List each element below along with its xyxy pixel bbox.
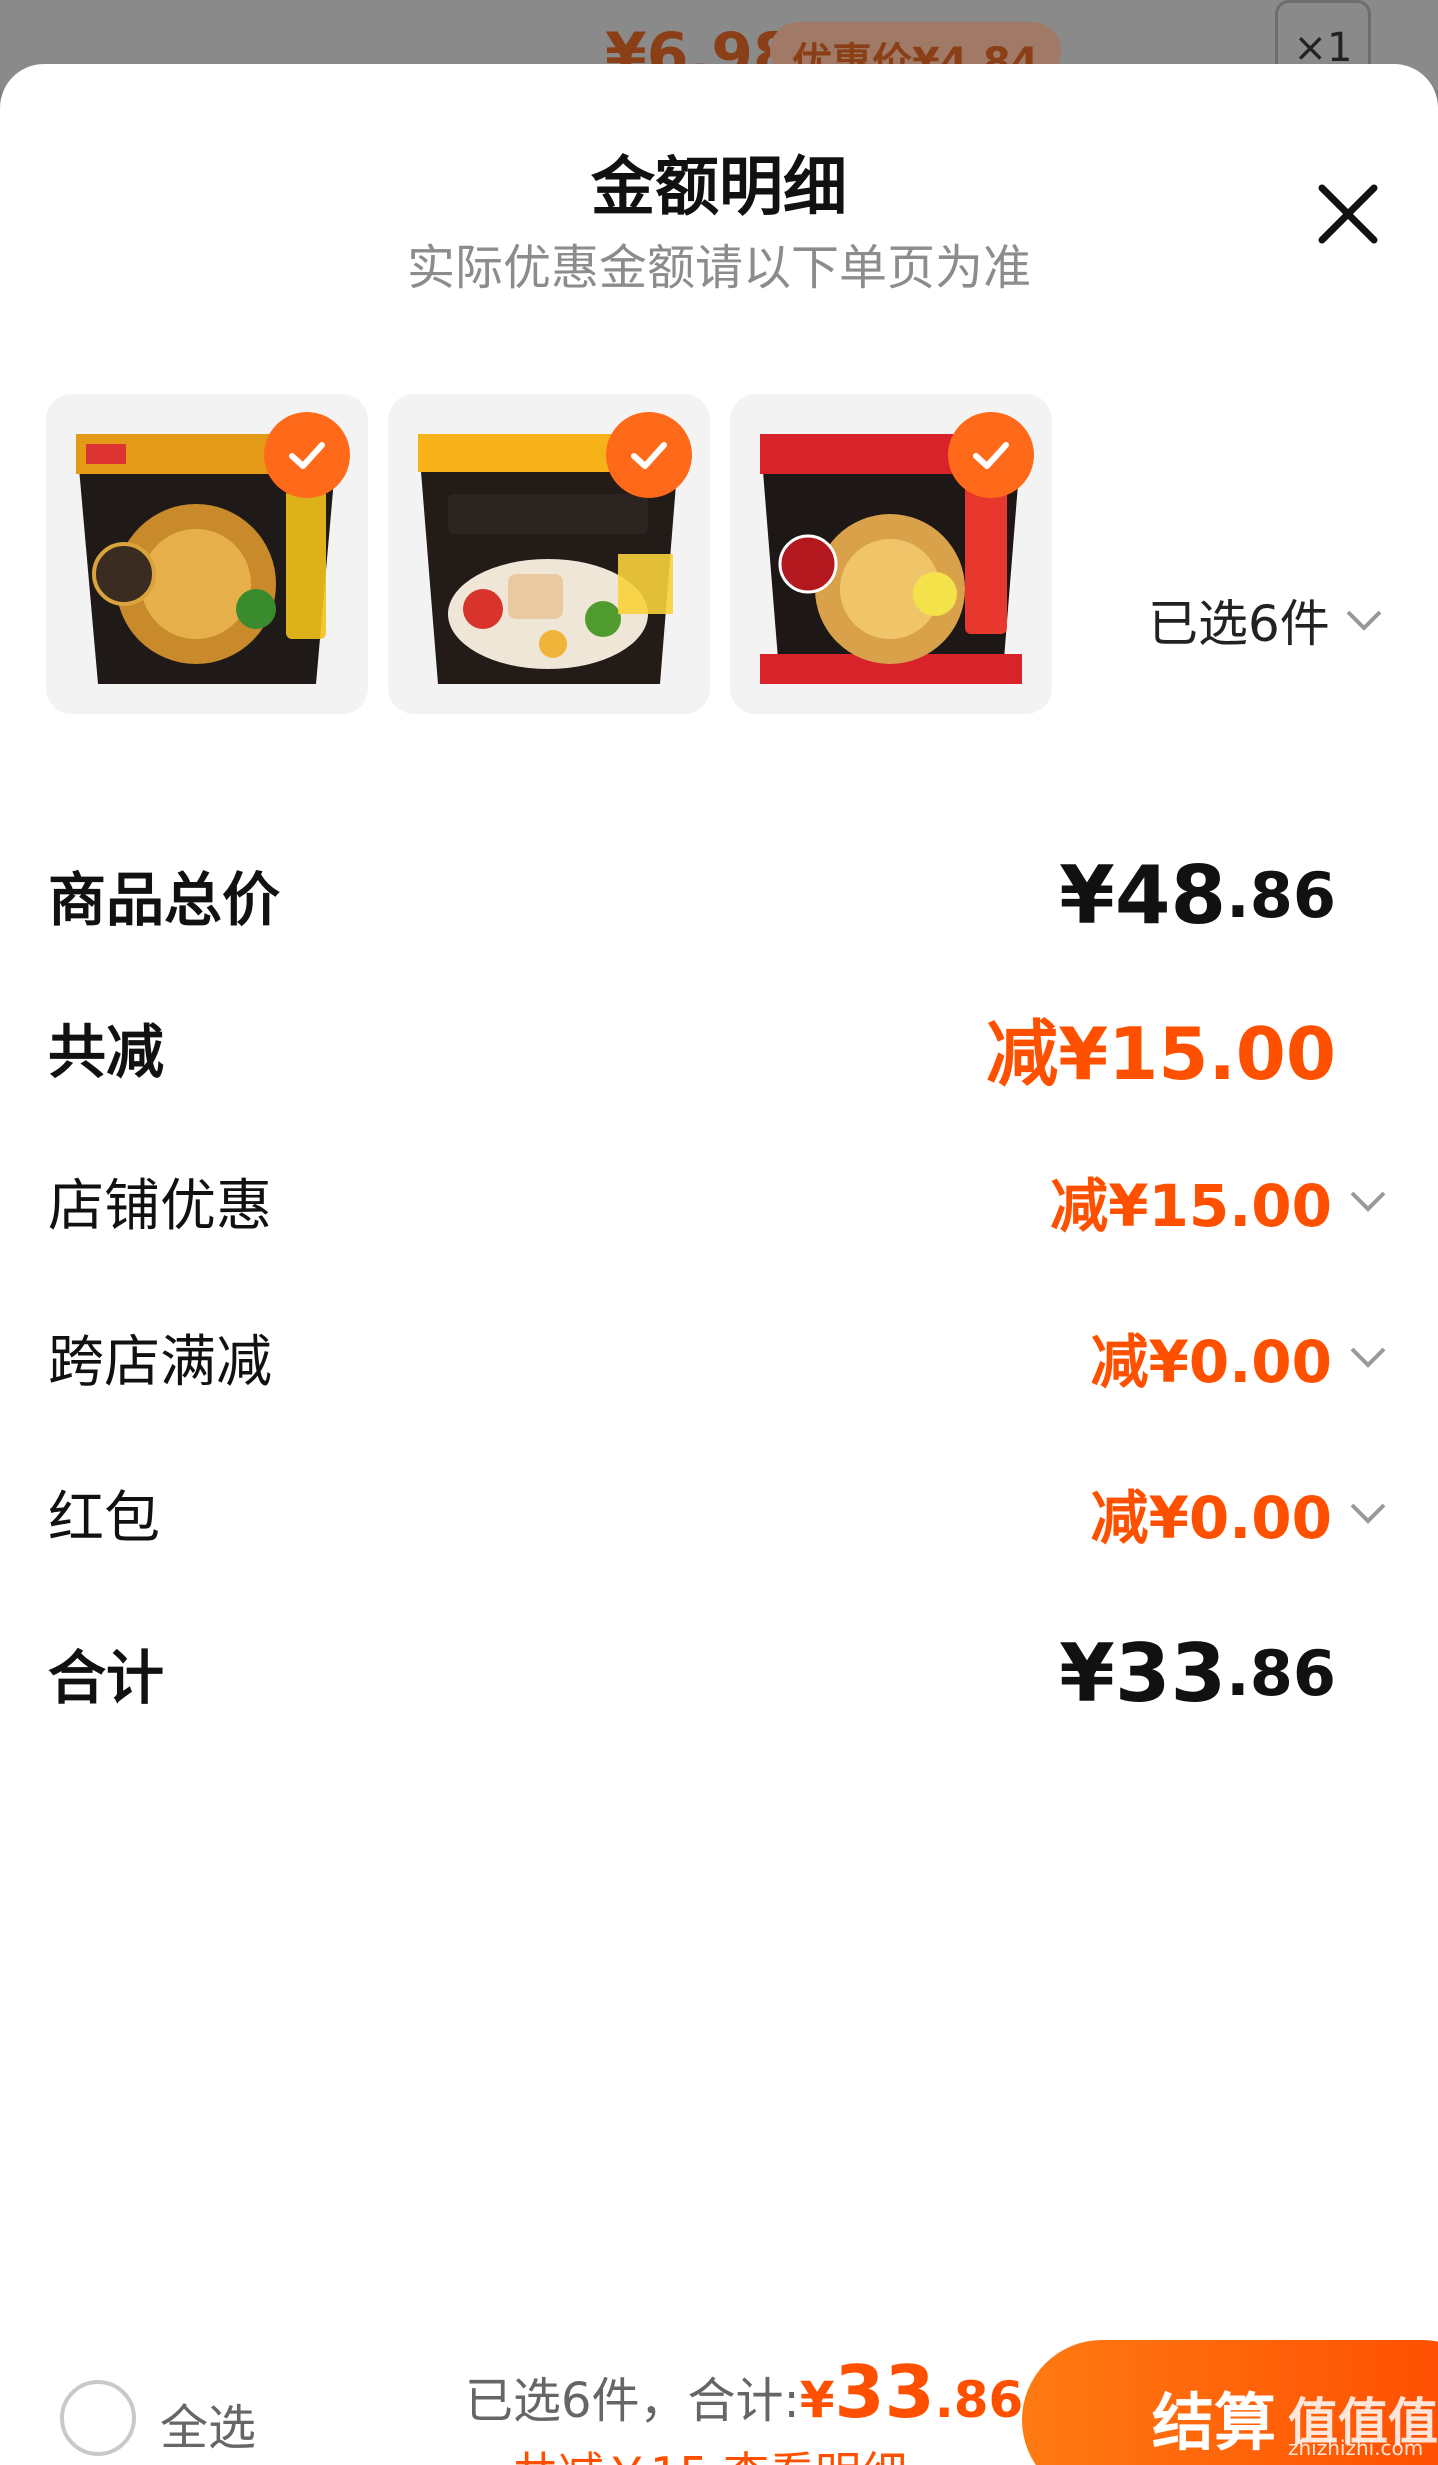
currency-symbol: ¥ — [1059, 1626, 1115, 1720]
check-icon[interactable] — [606, 412, 692, 498]
product-thumbnails — [46, 394, 1096, 719]
chevron-down-icon — [1346, 610, 1382, 631]
chevron-down-icon — [1350, 1503, 1386, 1524]
amount-integer: 33 — [834, 2350, 935, 2434]
watermark-url: zhizhizhi.com — [1288, 2436, 1424, 2460]
amount-decimal: .86 — [934, 2371, 1024, 2429]
amount-detail-sheet: 金额明细 实际优惠金额请以下单页为准 已选6件 商品总价 ¥ 48 .86 共减… — [0, 64, 1438, 2465]
row-cross-store[interactable]: 跨店满减 减¥0.00 — [48, 1302, 1388, 1412]
red-packet-label: 红包 — [48, 1485, 160, 1551]
product-card[interactable] — [388, 394, 710, 714]
cross-store-value: 减¥0.00 — [1090, 1328, 1332, 1396]
summary-total: ¥33.86 — [800, 2350, 1024, 2434]
row-total: 合计 ¥33.86 — [48, 1618, 1388, 1728]
total-label: 合计 — [48, 1644, 165, 1712]
checkout-bar: 全选 已选6件，合计: ¥33.86 共减￥15 查看明细 结算 — [0, 2320, 1438, 2465]
close-icon — [1318, 184, 1378, 244]
amount-decimal: .86 — [1226, 1636, 1336, 1710]
row-subtotal: 商品总价 ¥48.86 — [48, 840, 1388, 950]
amount-decimal: .86 — [1226, 858, 1336, 932]
chevron-down-icon — [1350, 1347, 1386, 1368]
summary-prefix: 已选6件，合计: — [465, 2373, 800, 2429]
shop-discount-label: 店铺优惠 — [48, 1173, 272, 1239]
total-discount-value: 减¥15.00 — [986, 1011, 1336, 1096]
subtotal-label: 商品总价 — [48, 866, 281, 934]
row-shop-discount[interactable]: 店铺优惠 减¥15.00 — [48, 1146, 1388, 1256]
select-all-label[interactable]: 全选 — [160, 2388, 256, 2458]
sheet-title: 金额明细 — [591, 151, 847, 225]
view-detail-text: 共减￥15 查看明细 — [512, 2447, 907, 2465]
chevron-down-icon — [1350, 1191, 1386, 1212]
close-button[interactable] — [1310, 176, 1386, 252]
total-value: ¥33.86 — [1059, 1627, 1336, 1720]
amount-integer: 48 — [1114, 848, 1227, 942]
red-packet-value: 减¥0.00 — [1090, 1484, 1332, 1552]
select-all-radio[interactable] — [60, 2380, 136, 2456]
selected-count-label: 已选6件 — [1148, 595, 1330, 653]
cross-store-label: 跨店满减 — [48, 1329, 272, 1395]
sheet-subtitle: 实际优惠金额请以下单页为准 — [406, 240, 1031, 296]
total-discount-label: 共减 — [48, 1018, 165, 1086]
currency-symbol: ¥ — [799, 2371, 835, 2429]
row-red-packet[interactable]: 红包 减¥0.00 — [48, 1458, 1388, 1568]
currency-symbol: ¥ — [1059, 848, 1115, 942]
product-card[interactable] — [46, 394, 368, 714]
check-icon[interactable] — [264, 412, 350, 498]
shop-discount-value: 减¥15.00 — [1050, 1172, 1332, 1240]
checkout-summary: 已选6件，合计: ¥33.86 — [465, 2350, 1023, 2434]
view-detail-link[interactable]: 共减￥15 查看明细 — [512, 2438, 958, 2465]
selected-count-toggle[interactable]: 已选6件 — [1148, 584, 1384, 656]
check-icon[interactable] — [948, 412, 1034, 498]
product-card[interactable] — [730, 394, 1052, 714]
subtotal-value: ¥48.86 — [1059, 849, 1336, 942]
amount-integer: 33 — [1114, 1626, 1227, 1720]
row-total-discount: 共减 减¥15.00 — [48, 992, 1388, 1102]
